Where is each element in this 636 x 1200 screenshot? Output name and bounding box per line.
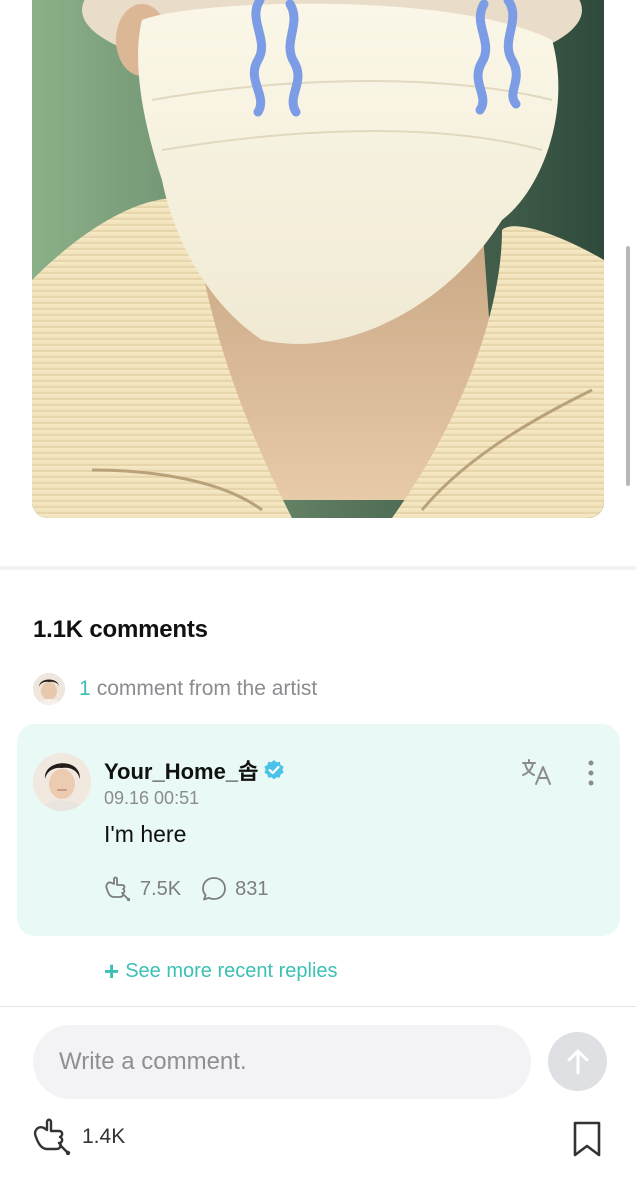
- comment-timestamp: 09.16 00:51: [104, 788, 200, 808]
- see-more-replies-label: See more recent replies: [125, 959, 338, 982]
- post-detail-page: 1.1K comments 1 comment from the artist: [0, 0, 636, 1200]
- translate-icon[interactable]: [521, 758, 553, 786]
- comment-author-avatar[interactable]: [33, 753, 91, 811]
- post-like-button[interactable]: 1.4K: [32, 1118, 125, 1156]
- comments-count-title: 1.1K comments: [33, 616, 208, 643]
- send-comment-button[interactable]: [548, 1032, 607, 1091]
- heart-hand-icon: [33, 1118, 71, 1156]
- comment-author-name[interactable]: Your_Home_솝: [104, 754, 258, 786]
- comment-input[interactable]: [33, 1025, 531, 1099]
- artist-comment-count: 1: [79, 677, 91, 700]
- artist-comment-card: Your_Home_솝 09.16 00:51 I'm here 7.5K 83…: [17, 724, 620, 936]
- artist-comments-summary[interactable]: 1 comment from the artist: [33, 672, 317, 706]
- scrollbar[interactable]: [626, 246, 630, 486]
- comment-reply-button[interactable]: 831: [201, 876, 269, 902]
- heart-hand-icon: [105, 876, 131, 902]
- artist-comment-label: comment from the artist: [96, 677, 318, 700]
- section-divider: [0, 566, 636, 570]
- avatar-icon: [33, 673, 65, 705]
- comment-actions: 7.5K 831: [104, 876, 269, 902]
- see-more-replies-link[interactable]: + See more recent replies: [104, 958, 338, 984]
- more-vertical-icon[interactable]: [583, 758, 599, 788]
- comment-like-button[interactable]: 7.5K: [104, 876, 181, 902]
- comment-like-count: 7.5K: [140, 877, 182, 900]
- comment-reply-count: 831: [235, 877, 269, 900]
- post-like-count: 1.4K: [82, 1125, 126, 1148]
- avatar-icon: [33, 753, 91, 811]
- bookmark-icon[interactable]: [572, 1120, 602, 1158]
- post-image[interactable]: [32, 0, 604, 518]
- composer-divider: [0, 1006, 636, 1007]
- verified-badge-icon: [264, 760, 284, 780]
- arrow-up-icon: [567, 1049, 588, 1074]
- plus-icon: +: [104, 956, 120, 986]
- photo-illustration: [32, 0, 604, 518]
- speech-bubble-icon: [202, 877, 227, 901]
- comment-author-row: Your_Home_솝: [104, 754, 285, 786]
- comment-text: I'm here: [104, 821, 187, 847]
- artist-avatar: [33, 673, 65, 705]
